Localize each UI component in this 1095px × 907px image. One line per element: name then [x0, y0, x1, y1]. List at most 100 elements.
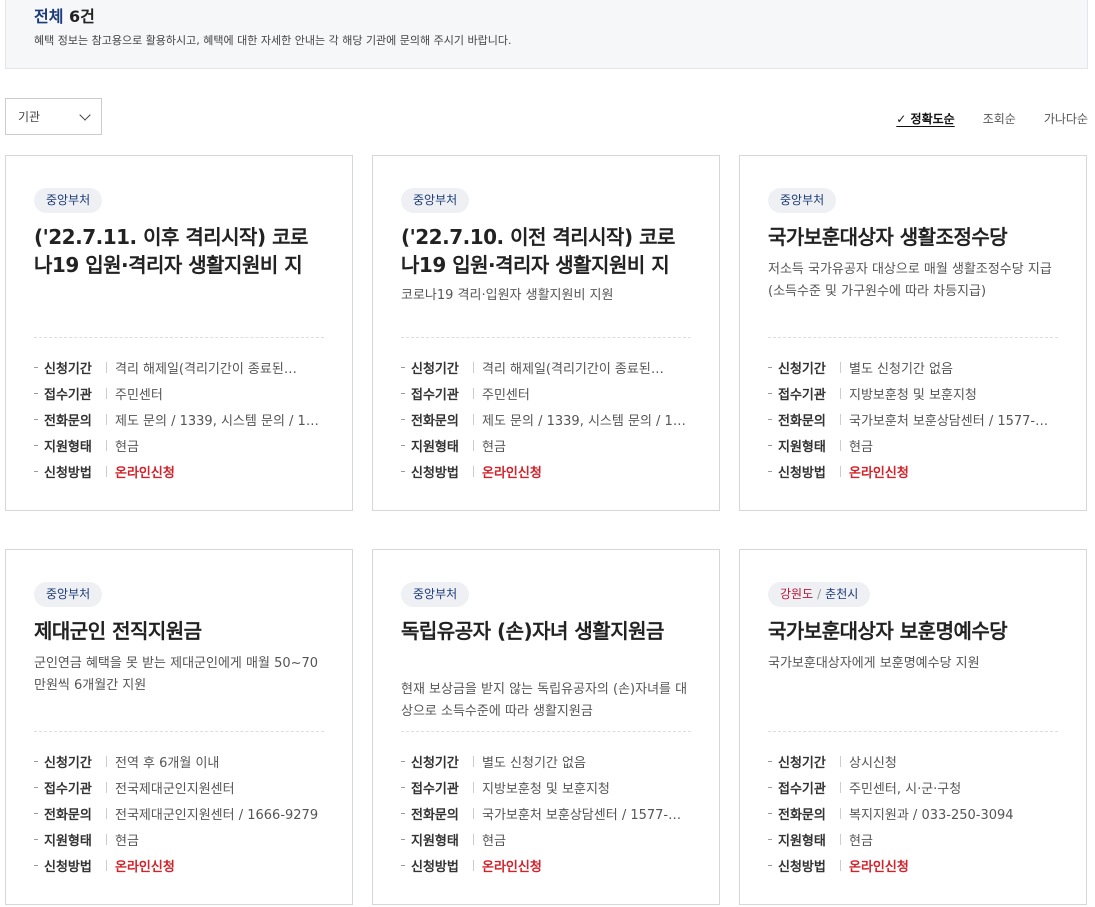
info-label: 지원형태	[411, 833, 459, 849]
info-value: 지방보훈청 및 보훈지청	[849, 387, 977, 403]
info-value: 온라인신청	[482, 859, 542, 875]
notice-text: 혜택 정보는 참고용으로 활용하시고, 혜택에 대한 자세한 안내는 각 해당 …	[34, 34, 512, 47]
badge-region: 강원도	[780, 587, 814, 601]
info-row-support-type: 지원형태 현금	[768, 432, 1058, 458]
separator-bar	[106, 833, 107, 845]
separator-bar	[473, 755, 474, 767]
bullet-dash	[401, 444, 405, 446]
card-info-list: 신청기간 별도 신청기간 없음 접수기관 지방보훈청 및 보훈지청 전화문의 국…	[401, 748, 691, 878]
card-divider	[401, 337, 691, 338]
benefit-card[interactable]: 중앙부처 독립유공자 (손)자녀 생활지원금 현재 보상금을 받지 않는 독립유…	[372, 549, 720, 905]
info-label: 전화문의	[411, 807, 459, 823]
card-title[interactable]: 국가보훈대상자 보훈명예수당	[768, 617, 1058, 647]
info-row-apply-period: 신청기간 별도 신청기간 없음	[401, 748, 691, 774]
info-label: 신청방법	[778, 465, 826, 481]
bullet-dash	[401, 418, 405, 420]
info-value: 상시신청	[849, 755, 897, 771]
bullet-dash	[401, 392, 405, 394]
agency-badge: 중앙부처	[401, 582, 470, 607]
info-label: 신청기간	[411, 361, 459, 377]
info-value: 주민센터	[115, 387, 163, 403]
info-value: 제도 문의 / 1339, 시스템 문의 / 1…	[482, 413, 686, 429]
info-value: 현금	[849, 439, 873, 455]
separator-bar	[473, 807, 474, 819]
separator-bar	[473, 781, 474, 793]
info-label: 신청기간	[778, 361, 826, 377]
info-value: 온라인신청	[115, 465, 175, 481]
benefit-card[interactable]: 강원도 / 춘천시 국가보훈대상자 보훈명예수당 국가보훈대상자에게 보훈명예수당 …	[739, 549, 1087, 905]
info-label: 전화문의	[778, 413, 826, 429]
info-value: 전국제대군인지원센터	[115, 781, 235, 797]
info-value: 지방보훈청 및 보훈지청	[482, 781, 610, 797]
card-description: 저소득 국가유공자 대상으로 매월 생활조정수당 지급 (소득수준 및 가구원수…	[768, 262, 1052, 299]
info-label: 지원형태	[778, 439, 826, 455]
separator-bar	[106, 781, 107, 793]
bullet-dash	[34, 812, 38, 814]
benefit-card[interactable]: 중앙부처 제대군인 전직지원금 군인연금 혜택을 못 받는 제대군인에게 매월 …	[5, 549, 353, 905]
card-divider	[768, 731, 1058, 732]
agency-badge: 강원도 / 춘천시	[768, 582, 871, 607]
info-value: 국가보훈처 보훈상담센터 / 1577-…	[482, 807, 682, 823]
sort-options: ✓ 정확도순 조회순 가나다순	[896, 110, 1088, 127]
sort-views[interactable]: 조회순	[983, 110, 1016, 127]
info-label: 전화문의	[411, 413, 459, 429]
agency-filter-select[interactable]: 기관	[5, 98, 102, 135]
info-row-apply-method: 신청방법 온라인신청	[34, 458, 324, 484]
info-row-apply-period: 신청기간 별도 신청기간 없음	[768, 354, 1058, 380]
info-row-apply-period: 신청기간 상시신청	[768, 748, 1058, 774]
info-row-support-type: 지원형태 현금	[34, 432, 324, 458]
info-row-apply-method: 신청방법 온라인신청	[34, 852, 324, 878]
info-label: 접수기관	[44, 781, 92, 797]
badge-separator: /	[817, 587, 822, 601]
info-value: 복지지원과 / 033-250-3094	[849, 807, 1014, 823]
bullet-dash	[401, 760, 405, 762]
card-title[interactable]: 국가보훈대상자 생활조정수당	[768, 223, 1058, 253]
separator-bar	[473, 387, 474, 399]
info-label: 전화문의	[44, 413, 92, 429]
info-value: 전국제대군인지원센터 / 1666-9279	[115, 807, 319, 823]
info-label: 신청방법	[411, 859, 459, 875]
bullet-dash	[768, 366, 772, 368]
info-row-agency: 접수기관 주민센터	[401, 380, 691, 406]
info-label: 신청방법	[44, 465, 92, 481]
info-row-phone: 전화문의 제도 문의 / 1339, 시스템 문의 / 1…	[401, 406, 691, 432]
bullet-dash	[34, 786, 38, 788]
card-description: 현재 보상금을 받지 않는 독립유공자의 (손)자녀를 대상으로 소득수준에 따…	[401, 682, 688, 719]
agency-badge: 중앙부처	[34, 188, 103, 213]
info-label: 지원형태	[411, 439, 459, 455]
benefit-card[interactable]: 중앙부처 ('22.7.10. 이전 격리시작) 코로나19 입원·격리자 생활…	[372, 155, 720, 511]
info-row-phone: 전화문의 제도 문의 / 1339, 시스템 문의 / 1…	[34, 406, 324, 432]
benefit-card[interactable]: 중앙부처 ('22.7.11. 이후 격리시작) 코로나19 입원·격리자 생활…	[5, 155, 353, 511]
bullet-dash	[768, 760, 772, 762]
separator-bar	[106, 755, 107, 767]
sort-alphabetical[interactable]: 가나다순	[1044, 110, 1088, 127]
card-info-list: 신청기간 격리 해제일(격리기간이 종료된… 접수기관 주민센터 전화문의 제도…	[34, 354, 324, 484]
card-title[interactable]: ('22.7.10. 이전 격리시작) 코로나19 입원·격리자 생활지원비 지	[401, 223, 691, 279]
bullet-dash	[768, 838, 772, 840]
bullet-dash	[34, 366, 38, 368]
benefit-card[interactable]: 중앙부처 국가보훈대상자 생활조정수당 저소득 국가유공자 대상으로 매월 생활…	[739, 155, 1087, 511]
card-info-list: 신청기간 별도 신청기간 없음 접수기관 지방보훈청 및 보훈지청 전화문의 국…	[768, 354, 1058, 484]
info-row-apply-period: 신청기간 격리 해제일(격리기간이 종료된…	[34, 354, 324, 380]
info-row-agency: 접수기관 지방보훈청 및 보훈지청	[768, 380, 1058, 406]
separator-bar	[106, 387, 107, 399]
separator-bar	[840, 465, 841, 477]
agency-badge: 중앙부처	[401, 188, 470, 213]
info-row-support-type: 지원형태 현금	[401, 432, 691, 458]
bullet-dash	[401, 838, 405, 840]
separator-bar	[840, 413, 841, 425]
info-row-agency: 접수기관 지방보훈청 및 보훈지청	[401, 774, 691, 800]
info-label: 접수기관	[411, 387, 459, 403]
info-label: 신청방법	[44, 859, 92, 875]
separator-bar	[840, 439, 841, 451]
info-value: 현금	[115, 439, 139, 455]
card-title[interactable]: 독립유공자 (손)자녀 생활지원금	[401, 617, 691, 673]
card-title[interactable]: ('22.7.11. 이후 격리시작) 코로나19 입원·격리자 생활지원비 지	[34, 223, 324, 279]
separator-bar	[473, 413, 474, 425]
info-row-phone: 전화문의 복지지원과 / 033-250-3094	[768, 800, 1058, 826]
sort-accuracy[interactable]: ✓ 정확도순	[896, 110, 954, 127]
bullet-dash	[768, 864, 772, 866]
bullet-dash	[401, 786, 405, 788]
separator-bar	[106, 859, 107, 871]
card-title[interactable]: 제대군인 전직지원금	[34, 617, 324, 647]
